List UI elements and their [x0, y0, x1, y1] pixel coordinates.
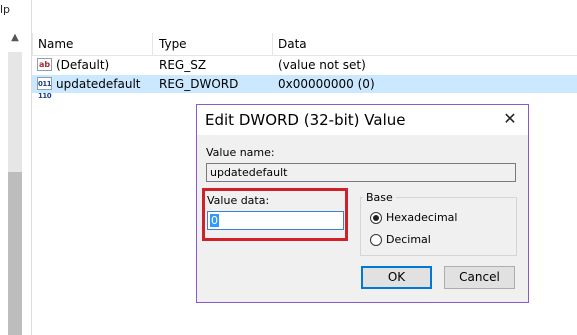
decimal-label[interactable]: Decimal — [386, 233, 431, 246]
vertical-scrollbar-thumb[interactable] — [8, 172, 22, 335]
hexadecimal-label[interactable]: Hexadecimal — [386, 211, 457, 224]
binary-value-icon: 011 110 — [37, 77, 52, 100]
base-groupbox — [360, 197, 517, 256]
edit-dword-dialog: Edit DWORD (32-bit) Value ✕ Value name: … — [196, 104, 529, 303]
key-tree-pane[interactable]: lp ▲ — [0, 0, 32, 335]
value-type: REG_DWORD — [159, 77, 239, 91]
value-name: updatedefault — [56, 77, 141, 91]
value-name: (Default) — [56, 58, 110, 72]
value-name-field: updatedefault — [206, 163, 516, 182]
value-name-label: Value name: — [206, 146, 275, 159]
value-data-label: Value data: — [207, 194, 270, 207]
dialog-title: Edit DWORD (32-bit) Value — [205, 111, 406, 129]
column-divider[interactable] — [272, 33, 273, 55]
column-header: Name Type Data — [32, 33, 577, 56]
value-row-updatedefault[interactable]: 011 110 updatedefault REG_DWORD 0x000000… — [32, 75, 577, 100]
column-divider[interactable] — [152, 33, 153, 55]
scroll-up-arrow-icon[interactable]: ▲ — [8, 32, 22, 48]
value-row-default[interactable]: ab (Default) REG_SZ (value not set) — [32, 56, 577, 74]
base-label: Base — [363, 191, 396, 204]
decimal-radio[interactable] — [370, 234, 382, 246]
value-type: REG_SZ — [159, 58, 207, 72]
value-data: 0x00000000 (0) — [278, 77, 375, 91]
hexadecimal-radio[interactable] — [370, 212, 382, 224]
dialog-titlebar[interactable]: Edit DWORD (32-bit) Value ✕ — [197, 105, 528, 135]
tree-item-fragment[interactable]: lp — [0, 3, 10, 16]
close-icon[interactable]: ✕ — [500, 109, 520, 129]
column-header-data[interactable]: Data — [278, 37, 307, 51]
column-header-name[interactable]: Name — [38, 37, 73, 51]
column-header-type[interactable]: Type — [159, 37, 187, 51]
cancel-button[interactable]: Cancel — [444, 266, 515, 289]
value-data-text[interactable]: 0 — [210, 214, 219, 227]
value-data: (value not set) — [278, 58, 366, 72]
ok-button[interactable]: OK — [361, 266, 432, 289]
value-data-input[interactable]: 0 — [207, 211, 344, 230]
string-value-icon: ab — [37, 58, 52, 71]
radio-selected-dot — [373, 215, 379, 221]
column-divider — [32, 33, 33, 55]
